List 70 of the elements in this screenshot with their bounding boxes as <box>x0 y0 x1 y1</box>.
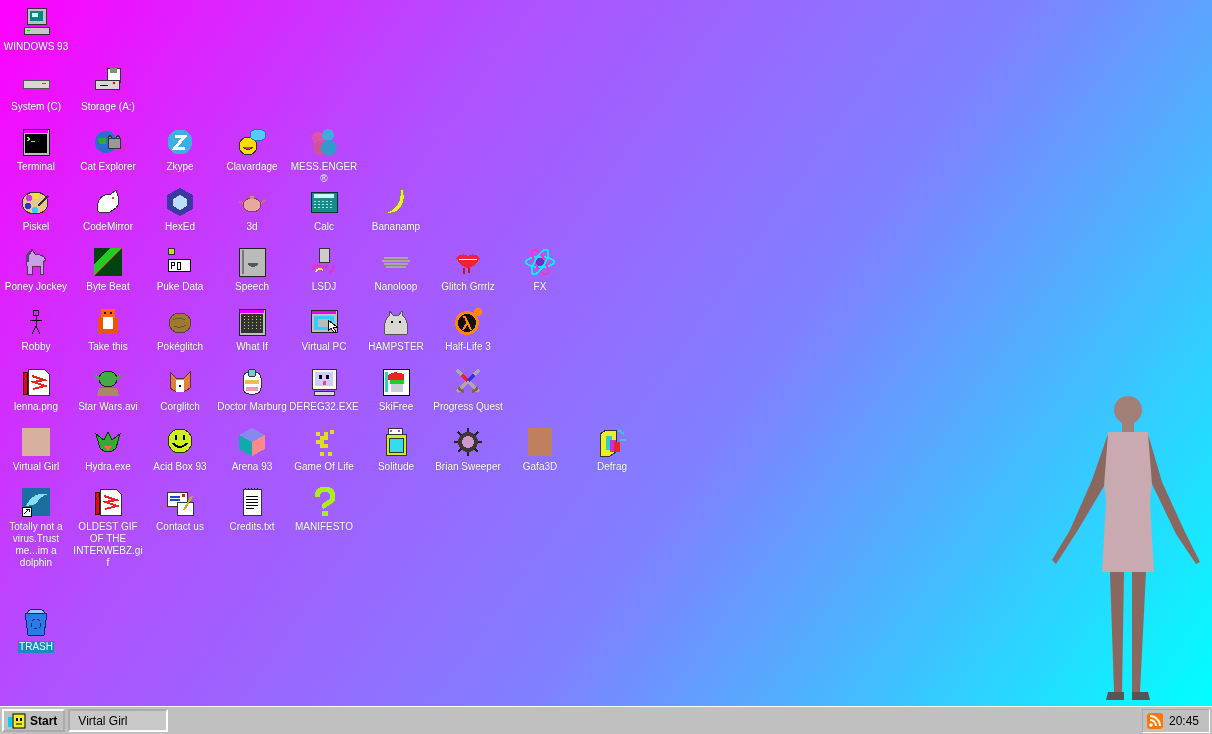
icon-label[interactable]: WINDOWS 93 <box>2 41 70 53</box>
icon-label[interactable]: Piskel <box>21 221 51 233</box>
start-button[interactable]: Start <box>2 709 66 732</box>
icon-label[interactable]: Virtual Girl <box>11 461 61 473</box>
hexagon-cube-icon[interactable] <box>164 186 196 218</box>
image-file-icon[interactable] <box>92 486 124 518</box>
icon-label[interactable]: SkiFree <box>377 401 415 413</box>
icon-label[interactable]: Gafa3D <box>521 461 559 473</box>
color-cube-icon[interactable] <box>236 426 268 458</box>
icon-label[interactable]: OLDEST GIF OF THE INTERWEBZ.gif <box>72 521 144 569</box>
icon-label[interactable]: Hydra.exe <box>84 461 132 473</box>
icon-label[interactable]: MANIFESTO <box>293 521 355 533</box>
icon-label[interactable]: Clavardage <box>225 161 279 173</box>
icon-label[interactable]: Poney Jockey <box>3 281 69 293</box>
icon-label[interactable]: Progress Quest <box>432 401 504 413</box>
icon-label[interactable]: Arena 93 <box>230 461 274 473</box>
mine-icon[interactable] <box>452 426 484 458</box>
icon-label[interactable]: Doctor Marburg <box>216 401 288 413</box>
icon-label[interactable]: lenna.png <box>13 401 59 413</box>
icon-label[interactable]: HAMPSTER <box>367 341 425 353</box>
smiley-chat-icon[interactable] <box>236 126 268 158</box>
atom-icon[interactable] <box>524 246 556 278</box>
icon-label[interactable]: System (C) <box>10 101 62 113</box>
icon-label[interactable]: HexEd <box>164 221 196 233</box>
icon-label[interactable]: Byte Beat <box>85 281 131 293</box>
terminal-icon[interactable] <box>20 126 52 158</box>
icon-label[interactable]: Puke Data <box>155 281 205 293</box>
icon-label[interactable]: DEREG32.EXE <box>288 401 360 413</box>
icon-label[interactable]: Storage (A:) <box>80 101 136 113</box>
icon-label[interactable]: Defrag <box>596 461 628 473</box>
icon-label[interactable]: Contact us <box>155 521 205 533</box>
icon-label[interactable]: Speech <box>234 281 270 293</box>
icon-label[interactable]: Solitude <box>376 461 416 473</box>
icon-label[interactable]: Nanoloop <box>373 281 419 293</box>
dolphin-icon[interactable] <box>20 486 52 518</box>
skier-icon[interactable] <box>380 366 412 398</box>
clock-time: 20:45 <box>1168 713 1199 728</box>
diagonal-line-icon[interactable] <box>92 246 124 278</box>
icon-label[interactable]: Star Wars.avi <box>77 401 139 413</box>
icon-label[interactable]: Take this <box>87 341 129 353</box>
icon-label[interactable]: Bananamp <box>370 221 422 233</box>
task-button[interactable]: Virtal Girl <box>68 709 169 732</box>
terminal-window-icon[interactable] <box>236 306 268 338</box>
smiley-icon <box>8 712 26 729</box>
icon-label[interactable]: Zkype <box>165 161 195 173</box>
icon-label[interactable]: What If <box>235 341 269 353</box>
icon-label[interactable]: 3d <box>245 221 259 233</box>
icon-label[interactable]: Robby <box>20 341 52 353</box>
icon-label[interactable]: Acid Box 93 <box>152 461 208 473</box>
icon-label[interactable]: Pokéglitch <box>155 341 205 353</box>
icon-label[interactable]: Corglitch <box>159 401 201 413</box>
icon-label[interactable]: Calc <box>313 221 335 233</box>
image-file-icon[interactable] <box>20 366 52 398</box>
icon-label[interactable]: Brian Sweeper <box>434 461 502 473</box>
icon-label[interactable]: Half-Life 3 <box>444 341 492 353</box>
rss-icon[interactable] <box>1146 712 1163 729</box>
mouth-icon[interactable] <box>236 246 268 278</box>
icon-label[interactable]: Totally not a virus.Trust me...im a dolphin <box>0 521 72 569</box>
icon-label[interactable]: FX <box>532 281 548 293</box>
icon-label[interactable]: LSDJ <box>310 281 338 293</box>
icon-label[interactable]: MESS.ENGER ® <box>288 161 360 185</box>
icon-label[interactable]: TRASH <box>18 641 54 653</box>
icon-label[interactable]: CodeMirror <box>82 221 134 233</box>
lambda-icon[interactable] <box>452 306 484 338</box>
icon-label[interactable]: Credits.txt <box>228 521 276 533</box>
icon-label[interactable]: Glitch Grrrlz <box>440 281 496 293</box>
icon-label[interactable]: Cat Explorer <box>79 161 137 173</box>
icon-label[interactable]: Virtual PC <box>300 341 348 353</box>
icon-label[interactable]: Terminal <box>16 161 56 173</box>
icon-label[interactable]: Game Of Life <box>293 461 355 473</box>
